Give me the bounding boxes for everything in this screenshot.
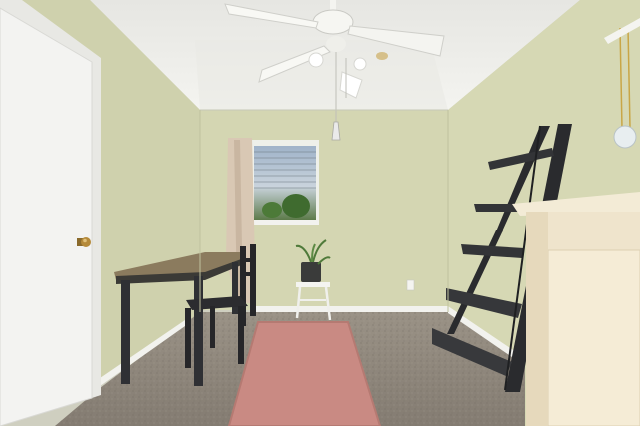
room-illustration xyxy=(0,0,640,426)
cabinet xyxy=(512,192,640,426)
room-photo xyxy=(0,0,640,426)
wall-outlet xyxy=(406,279,415,291)
baseboard-back xyxy=(250,306,448,312)
window-icon xyxy=(251,140,319,225)
door-knob-icon[interactable] xyxy=(77,237,91,247)
door[interactable] xyxy=(0,7,93,426)
